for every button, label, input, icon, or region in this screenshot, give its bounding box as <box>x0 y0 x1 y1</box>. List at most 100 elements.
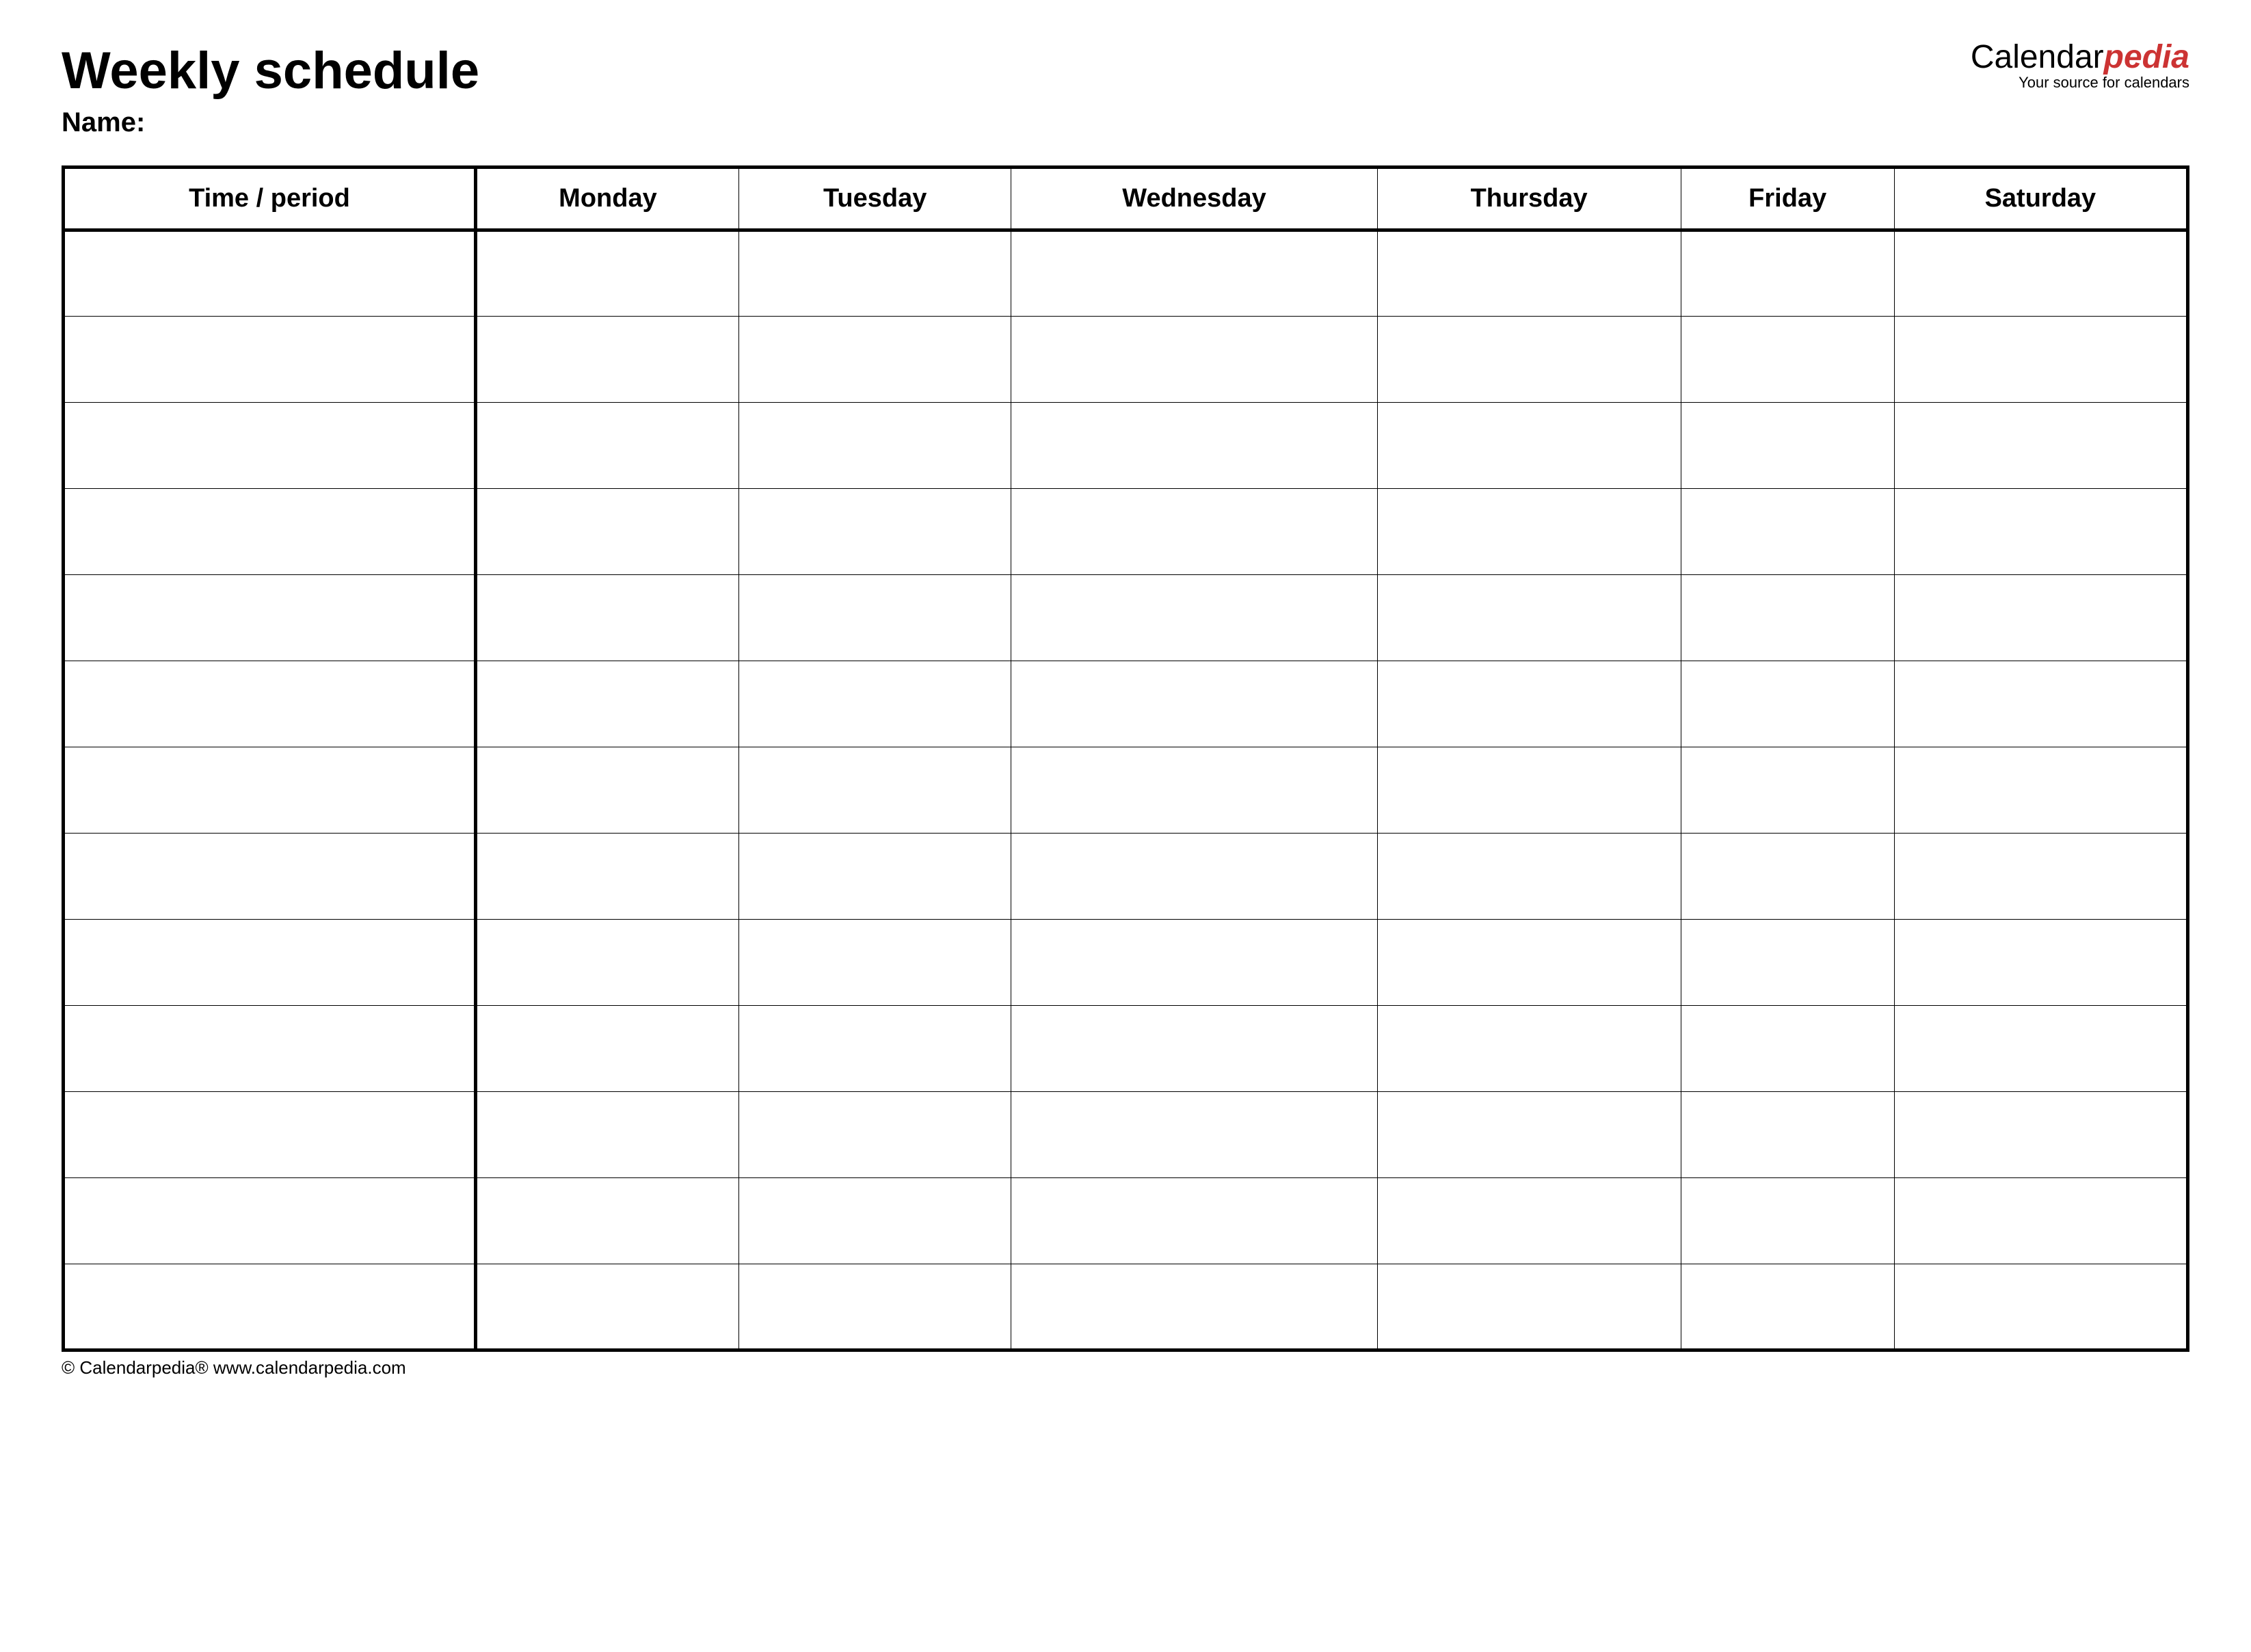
table-row <box>64 230 2188 317</box>
column-header-wednesday: Wednesday <box>1011 168 1377 230</box>
table-row <box>64 489 2188 575</box>
table-cell <box>738 489 1011 575</box>
logo: Calendarpedia Your source for calendars <box>1971 41 2189 90</box>
table-cell <box>64 920 476 1006</box>
table-cell <box>1681 1178 1894 1264</box>
logo-text-red: pedia <box>2104 39 2189 75</box>
header-row: Weekly schedule Calendarpedia Your sourc… <box>62 41 2189 101</box>
table-cell <box>1894 747 2187 834</box>
table-cell <box>738 1178 1011 1264</box>
table-cell <box>64 317 476 403</box>
table-cell <box>1011 575 1377 661</box>
table-cell <box>1377 230 1681 317</box>
logo-tagline: Your source for calendars <box>1971 75 2189 90</box>
table-cell <box>1681 317 1894 403</box>
table-row <box>64 403 2188 489</box>
footer: © Calendarpedia® www.calendarpedia.com <box>62 1357 2189 1378</box>
table-cell <box>1377 834 1681 920</box>
column-header-saturday: Saturday <box>1894 168 2187 230</box>
table-cell <box>1011 1092 1377 1178</box>
table-row <box>64 834 2188 920</box>
table-cell <box>475 403 738 489</box>
table-cell <box>1894 1264 2187 1350</box>
table-cell <box>475 489 738 575</box>
table-cell <box>738 1092 1011 1178</box>
table-cell <box>475 834 738 920</box>
table-cell <box>64 1092 476 1178</box>
table-cell <box>738 317 1011 403</box>
column-header-thursday: Thursday <box>1377 168 1681 230</box>
table-cell <box>475 1006 738 1092</box>
table-cell <box>738 661 1011 747</box>
table-cell <box>475 230 738 317</box>
table-cell <box>1011 834 1377 920</box>
table-cell <box>1377 317 1681 403</box>
table-cell <box>1377 747 1681 834</box>
table-cell <box>1894 661 2187 747</box>
table-cell <box>1011 920 1377 1006</box>
column-header-tuesday: Tuesday <box>738 168 1011 230</box>
table-cell <box>1011 230 1377 317</box>
column-header-friday: Friday <box>1681 168 1894 230</box>
table-cell <box>1681 747 1894 834</box>
table-cell <box>1377 1178 1681 1264</box>
table-cell <box>1011 1264 1377 1350</box>
table-row <box>64 1264 2188 1350</box>
table-cell <box>475 661 738 747</box>
table-row <box>64 920 2188 1006</box>
table-cell <box>475 575 738 661</box>
table-row <box>64 317 2188 403</box>
table-cell <box>64 661 476 747</box>
schedule-table: Time / period Monday Tuesday Wednesday T… <box>62 165 2189 1352</box>
logo-main: Calendarpedia <box>1971 41 2189 74</box>
table-cell <box>1377 920 1681 1006</box>
table-header-row: Time / period Monday Tuesday Wednesday T… <box>64 168 2188 230</box>
table-cell <box>64 1178 476 1264</box>
table-cell <box>738 230 1011 317</box>
table-cell <box>475 317 738 403</box>
table-cell <box>1377 489 1681 575</box>
table-cell <box>738 747 1011 834</box>
table-cell <box>1681 575 1894 661</box>
logo-text-black: Calendar <box>1971 39 2104 75</box>
table-body <box>64 230 2188 1350</box>
table-cell <box>1681 403 1894 489</box>
table-cell <box>475 920 738 1006</box>
table-cell <box>64 403 476 489</box>
table-cell <box>64 575 476 661</box>
table-cell <box>64 1006 476 1092</box>
table-cell <box>64 230 476 317</box>
name-label: Name: <box>62 107 2189 138</box>
table-cell <box>1377 1264 1681 1350</box>
table-cell <box>738 403 1011 489</box>
table-cell <box>1894 1006 2187 1092</box>
table-cell <box>1011 661 1377 747</box>
table-cell <box>1011 747 1377 834</box>
table-cell <box>1011 403 1377 489</box>
table-cell <box>64 834 476 920</box>
table-cell <box>738 1006 1011 1092</box>
table-cell <box>738 834 1011 920</box>
table-cell <box>1377 403 1681 489</box>
table-cell <box>1011 1006 1377 1092</box>
table-cell <box>64 747 476 834</box>
table-cell <box>738 575 1011 661</box>
table-cell <box>1894 1092 2187 1178</box>
table-row <box>64 661 2188 747</box>
table-cell <box>64 489 476 575</box>
page-title: Weekly schedule <box>62 41 479 101</box>
table-cell <box>64 1264 476 1350</box>
table-cell <box>1894 920 2187 1006</box>
table-cell <box>1377 1092 1681 1178</box>
column-header-time: Time / period <box>64 168 476 230</box>
table-cell <box>1681 489 1894 575</box>
table-cell <box>738 920 1011 1006</box>
table-cell <box>475 1092 738 1178</box>
table-cell <box>1894 834 2187 920</box>
column-header-monday: Monday <box>475 168 738 230</box>
table-cell <box>1681 661 1894 747</box>
table-cell <box>1894 230 2187 317</box>
table-cell <box>1377 1006 1681 1092</box>
table-cell <box>1894 403 2187 489</box>
table-row <box>64 1006 2188 1092</box>
